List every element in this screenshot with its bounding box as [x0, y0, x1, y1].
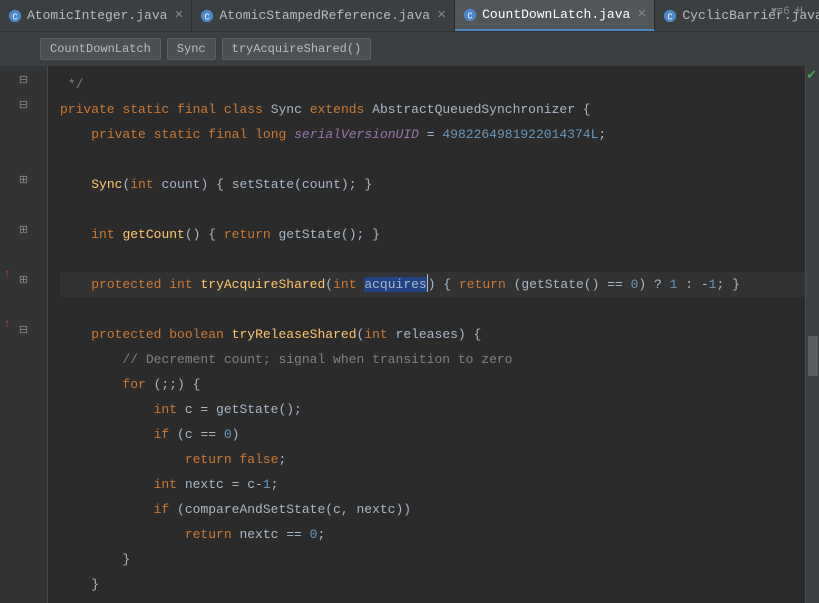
- fold-expand-icon[interactable]: ⊞: [0, 220, 47, 240]
- tab-label: AtomicStampedReference.java: [219, 8, 430, 23]
- tab-atomicstampedreference[interactable]: C AtomicStampedReference.java ×: [192, 0, 455, 31]
- editor: ⊟ ⊟ ⊞ ⊞ ↑ ⊞ ↑ ⊟ */ private static final …: [0, 66, 819, 603]
- editor-tabs: C AtomicInteger.java × C AtomicStampedRe…: [0, 0, 819, 32]
- tab-atomicinteger[interactable]: C AtomicInteger.java ×: [0, 0, 192, 31]
- breadcrumb[interactable]: CountDownLatch: [40, 38, 161, 60]
- tab-countdownlatch[interactable]: C CountDownLatch.java ×: [455, 0, 655, 31]
- svg-text:C: C: [467, 11, 472, 21]
- code-comment: // Decrement count; signal when transiti…: [122, 352, 512, 367]
- breadcrumb-bar: CountDownLatch Sync tryAcquireShared(): [0, 32, 819, 66]
- fold-collapse-icon[interactable]: ⊟: [0, 320, 47, 340]
- tab-label: CountDownLatch.java: [482, 7, 630, 22]
- fold-expand-icon[interactable]: ⊞: [0, 270, 47, 290]
- inspection-ok-icon[interactable]: ✔: [806, 68, 817, 83]
- close-icon[interactable]: ×: [637, 7, 646, 22]
- highlighted-line: protected int tryAcquireShared(int acqui…: [60, 272, 805, 297]
- close-icon[interactable]: ×: [174, 8, 183, 23]
- tab-overflow-indicator[interactable]: ▾≡6 H: [771, 4, 803, 18]
- tab-bar-right-tools: ▾≡6 H: [771, 4, 803, 18]
- code-area[interactable]: */ private static final class Sync exten…: [48, 66, 805, 603]
- breadcrumb[interactable]: tryAcquireShared(): [222, 38, 372, 60]
- scrollbar-thumb[interactable]: [808, 336, 818, 376]
- fold-collapse-icon[interactable]: ⊟: [0, 70, 47, 90]
- tab-label: AtomicInteger.java: [27, 8, 167, 23]
- java-class-icon: C: [663, 9, 677, 23]
- java-class-icon: C: [8, 9, 22, 23]
- code-comment: */: [60, 77, 83, 92]
- java-class-icon: C: [463, 8, 477, 22]
- selected-text: acquires: [364, 277, 426, 292]
- svg-text:C: C: [12, 12, 17, 22]
- close-icon[interactable]: ×: [437, 8, 446, 23]
- svg-text:C: C: [668, 12, 673, 22]
- editor-gutter: ⊟ ⊟ ⊞ ⊞ ↑ ⊞ ↑ ⊟: [0, 66, 48, 603]
- editor-overview-ruler[interactable]: ✔: [805, 66, 819, 603]
- svg-text:C: C: [205, 12, 210, 22]
- breadcrumb[interactable]: Sync: [167, 38, 216, 60]
- fold-expand-icon[interactable]: ⊞: [0, 170, 47, 190]
- fold-collapse-icon[interactable]: ⊟: [0, 95, 47, 115]
- java-class-icon: C: [200, 9, 214, 23]
